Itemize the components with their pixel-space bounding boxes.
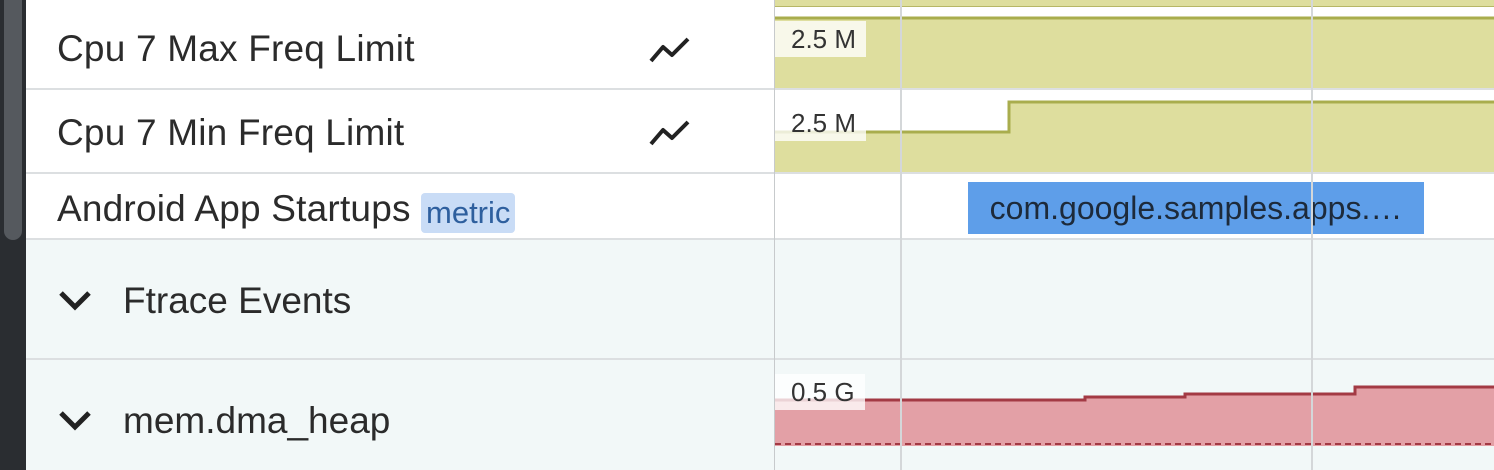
line-chart-icon[interactable] <box>648 35 692 65</box>
track-shell-cpu7-min[interactable]: Cpu 7 Min Freq Limit <box>26 90 774 174</box>
group-header-ftrace-events[interactable]: Ftrace Events <box>26 240 774 360</box>
counter-track-cpu7-min[interactable]: 2.5 M <box>775 90 1494 174</box>
slice-track-android-app-startups[interactable]: com.google.samples.apps.… <box>775 174 1494 240</box>
track-shell-android-app-startups[interactable]: Android App Startups metric <box>26 174 774 240</box>
y-axis-max-label: 2.5 M <box>775 21 867 57</box>
time-gridline <box>1311 0 1313 470</box>
group-title: mem.dma_heap <box>123 400 391 441</box>
track-shell-panel: Cpu 7 Max Freq Limit Cpu 7 Min Freq Limi… <box>26 0 774 470</box>
y-axis-max-label: 2.5 M <box>775 105 867 141</box>
chevron-down-icon[interactable] <box>57 408 93 432</box>
group-title: Ftrace Events <box>123 280 352 321</box>
counter-track-cpu7-max[interactable]: 2.5 M <box>775 6 1494 90</box>
counter-track-mem-dma-heap[interactable]: 0.5 G <box>775 360 1494 470</box>
time-gridline <box>900 0 902 470</box>
timeline-panel[interactable]: 2.5 M 2.5 M com.google.samples.apps.… 0.… <box>775 0 1494 470</box>
track-title: Cpu 7 Min Freq Limit <box>57 112 405 153</box>
counter-graph[interactable] <box>775 360 1494 470</box>
metric-badge: metric <box>421 193 516 233</box>
counter-graph[interactable] <box>775 6 1494 90</box>
y-axis-max-label: 0.5 G <box>775 374 865 410</box>
group-summary-ftrace-events <box>775 240 1494 360</box>
scrollbar-gutter[interactable] <box>0 0 26 470</box>
track-title: Cpu 7 Max Freq Limit <box>57 28 415 69</box>
group-header-mem-dma-heap[interactable]: mem.dma_heap <box>26 360 774 470</box>
line-chart-icon[interactable] <box>648 118 692 148</box>
track-title: Android App Startups <box>57 188 411 229</box>
scrollbar-thumb[interactable] <box>4 0 22 240</box>
chevron-down-icon[interactable] <box>57 288 93 312</box>
track-shell-cpu7-max[interactable]: Cpu 7 Max Freq Limit <box>26 6 774 90</box>
counter-graph[interactable] <box>775 90 1494 174</box>
app-startup-slice[interactable]: com.google.samples.apps.… <box>968 182 1424 234</box>
